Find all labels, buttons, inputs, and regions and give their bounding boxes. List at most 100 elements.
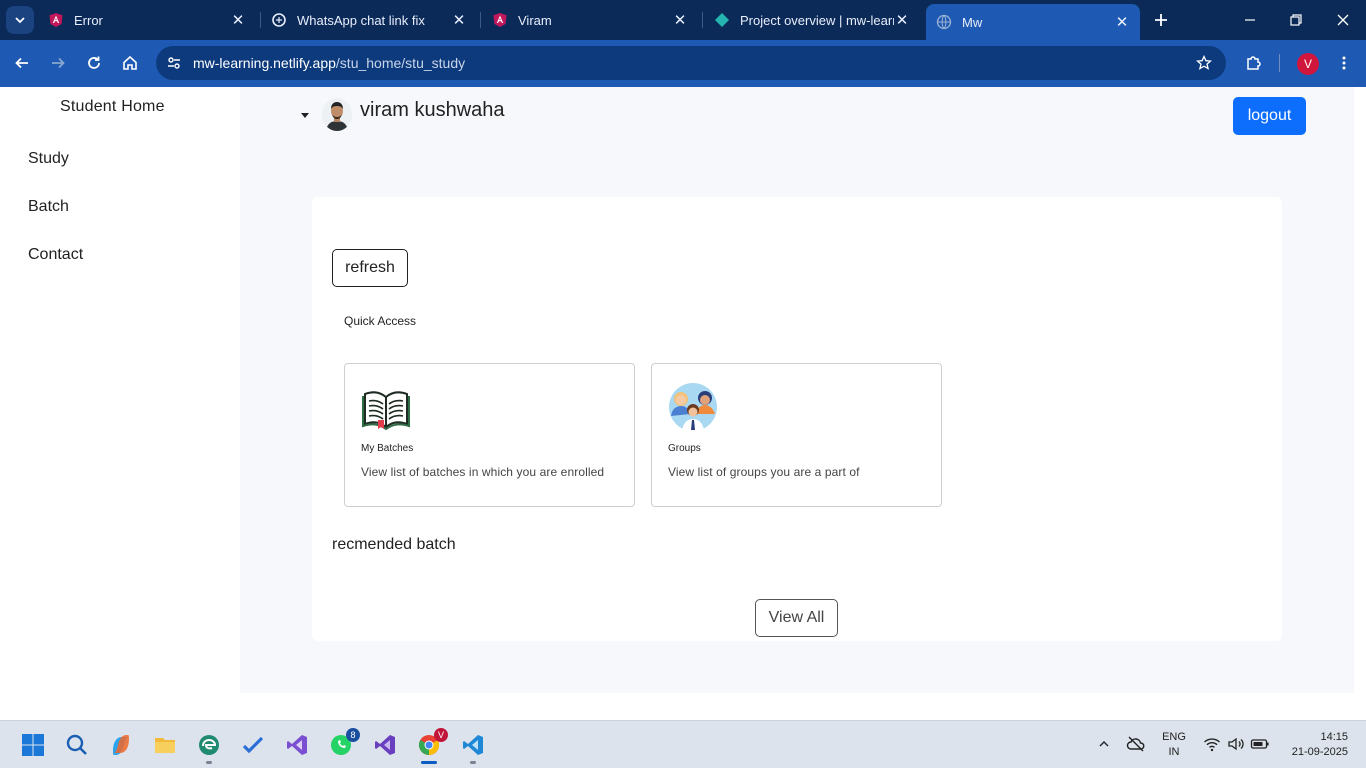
view-all-button[interactable]: View All [755,599,838,637]
quick-access-title: Quick Access [344,314,417,328]
system-clock[interactable]: 14:15 21-09-2025 [1280,730,1348,760]
reload-button[interactable] [82,51,106,75]
onedrive-offline-icon[interactable] [1126,734,1146,754]
show-hidden-icons-button[interactable] [1094,734,1114,754]
dashboard-card: refresh Quick Access My Batches View lis… [312,197,1282,641]
sidebar-item-contact[interactable]: Contact [28,246,83,264]
restore-button[interactable] [1284,8,1308,32]
quick-access-card-name: My Batches [361,443,414,454]
people-group-icon [668,382,718,432]
address-bar[interactable]: mw-learning.netlify.app/stu_home/stu_stu… [156,46,1226,80]
arrow-right-icon [52,57,65,69]
tab-viram[interactable]: Viram ✕ [482,4,698,36]
search-icon[interactable] [63,731,91,759]
plus-icon [1155,14,1167,26]
clock-date: 21-09-2025 [1291,746,1348,758]
tab-error[interactable]: Error ✕ [38,4,256,36]
visual-studio-icon[interactable] [371,731,399,759]
browser-toolbar: mw-learning.netlify.app/stu_home/stu_stu… [0,40,1366,87]
tab-title: Project overview | mw-learni [740,12,894,28]
username: viram kushwaha [360,99,505,121]
tab-mw[interactable]: Mw ✕ [926,4,1140,40]
whatsapp-icon[interactable]: 8 [327,728,360,759]
quick-access-card-description: View list of batches in which you are en… [361,465,605,479]
input-language-indicator[interactable]: ENG IN [1160,730,1188,760]
sidebar-item-study[interactable]: Study [28,150,69,168]
close-tab-icon[interactable]: ✕ [451,12,467,29]
restore-icon [1290,14,1302,26]
chrome-icon[interactable]: V [415,728,448,759]
tab-title: WhatsApp chat link fix [297,12,425,28]
site-info-icon[interactable] [164,53,184,73]
sidebar-item-batch[interactable]: Batch [28,198,69,216]
taskbar-running-indicator [206,761,212,764]
refresh-button[interactable]: refresh [332,249,408,287]
quick-access-card-my-batches[interactable]: My Batches View list of batches in which… [344,363,635,507]
file-explorer-icon[interactable] [151,731,179,759]
windows-taskbar: 8 V ENG IN 14:15 21-09-2025 [0,720,1366,768]
windows-start-icon[interactable] [19,731,47,759]
user-menu-caret-icon[interactable] [301,113,309,118]
tab-whatsapp-chat-link-fix[interactable]: WhatsApp chat link fix ✕ [261,4,477,36]
edge-dev-icon[interactable] [195,731,223,759]
todo-icon[interactable] [239,731,267,759]
extensions-button[interactable] [1243,52,1265,74]
profile-avatar[interactable]: V [1297,53,1319,75]
close-tab-icon[interactable]: ✕ [894,12,910,29]
browser-menu-button[interactable] [1333,52,1355,74]
chevron-up-icon [1099,741,1109,747]
tab-project-overview[interactable]: Project overview | mw-learni ✕ [704,4,920,36]
back-button[interactable] [10,51,34,75]
url-host: mw-learning.netlify.app [193,55,336,71]
tab-title: Viram [518,12,552,28]
url-text: mw-learning.netlify.app/stu_home/stu_stu… [193,55,465,71]
wifi-icon[interactable] [1202,734,1222,754]
minimize-icon [1245,19,1255,21]
quick-access-card-name: Groups [668,443,701,454]
tab-separator [702,12,703,28]
more-vertical-icon [1342,56,1346,70]
close-icon [1337,14,1349,26]
browser-tab-bar: Error ✕ WhatsApp chat link fix ✕ Viram ✕… [0,0,1366,40]
forward-button[interactable] [46,51,70,75]
puzzle-icon [1247,56,1261,70]
tab-title: Mw [962,14,983,30]
close-window-button[interactable] [1331,8,1355,32]
angular-icon [492,12,508,28]
netlify-icon [714,12,730,28]
toolbar-divider [1279,54,1280,72]
close-tab-icon[interactable]: ✕ [672,12,688,29]
url-path: /stu_home/stu_study [335,55,466,71]
vscode-icon[interactable] [459,731,487,759]
home-icon [123,55,137,70]
minimize-button[interactable] [1238,8,1262,32]
logout-button[interactable]: logout [1233,97,1306,135]
reload-icon [88,56,100,69]
quick-access-card-description: View list of groups you are a part of [668,465,860,479]
main-content: viram kushwaha logout refresh Quick Acce… [240,87,1354,693]
openai-icon [271,12,287,28]
user-avatar[interactable] [322,98,352,131]
close-tab-icon[interactable]: ✕ [230,12,246,29]
battery-icon[interactable] [1250,734,1270,754]
bookmark-star-icon[interactable] [1194,53,1214,73]
visual-studio-icon[interactable] [283,731,311,759]
quick-access-card-groups[interactable]: Groups View list of groups you are a par… [651,363,942,507]
chrome-profile-badge: V [434,728,448,742]
sidebar: Student Home Study Batch Contact [0,87,240,720]
chevron-down-icon [15,17,25,24]
volume-icon[interactable] [1226,734,1246,754]
language-region: IN [1168,746,1180,758]
copilot-icon[interactable] [107,731,135,759]
home-button[interactable] [118,51,142,75]
tab-separator [480,12,481,28]
taskbar-active-indicator [421,761,437,764]
close-tab-icon[interactable]: ✕ [1114,14,1130,31]
language-code: ENG [1162,731,1186,743]
whatsapp-unread-badge: 8 [346,728,360,742]
sidebar-title[interactable]: Student Home [60,98,165,116]
tab-search-button[interactable] [6,6,34,34]
tab-title: Error [74,12,103,28]
recommended-batch-title: recmended batch [332,536,456,553]
new-tab-button[interactable] [1150,9,1172,31]
